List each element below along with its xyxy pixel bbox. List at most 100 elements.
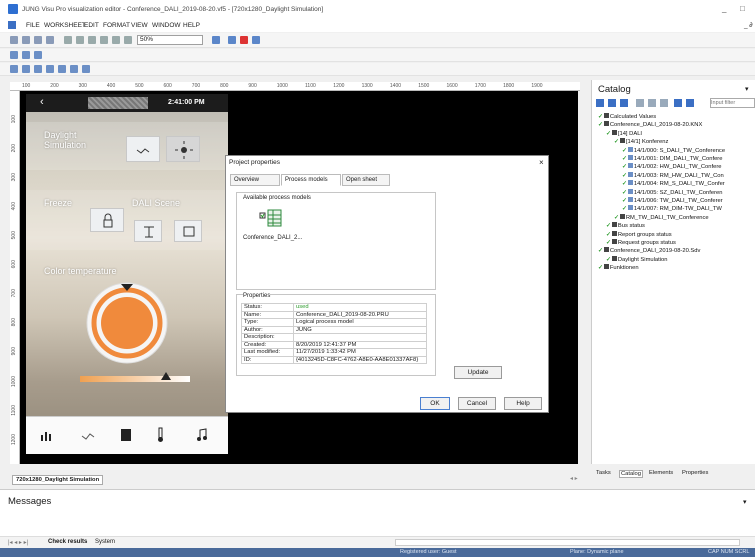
- home-icon[interactable]: [608, 99, 616, 107]
- up-icon[interactable]: [596, 99, 604, 107]
- tree-item[interactable]: ✓ Funktionen: [598, 264, 639, 271]
- list-view-icon[interactable]: [636, 99, 644, 107]
- tree-item[interactable]: ✓ Bus status: [606, 222, 645, 229]
- tree-item[interactable]: ✓ Report groups status: [606, 230, 672, 238]
- tree-item[interactable]: ✓ Conference_DALI_2019-08-20.Sdv: [598, 247, 700, 254]
- menu-window[interactable]: WINDOW: [152, 22, 181, 29]
- music-icon[interactable]: [196, 428, 208, 442]
- tree-item[interactable]: ✓ RM_TW_DALI_TW_Conference: [614, 213, 709, 221]
- tree-item[interactable]: ✓ Daylight Simulation: [606, 255, 667, 263]
- menu-help[interactable]: HELP: [183, 22, 200, 29]
- layout-icon[interactable]: [212, 36, 220, 44]
- maximize-button[interactable]: □: [740, 4, 745, 13]
- tree-item[interactable]: ✓ 14/1/003: RM_HW_DALI_TW_Con: [622, 171, 724, 179]
- flip-icon[interactable]: [70, 65, 78, 73]
- tree-item[interactable]: ✓ Calculated Values: [598, 113, 656, 120]
- layer-icon[interactable]: [10, 65, 18, 73]
- properties-icon[interactable]: [46, 36, 54, 44]
- messages-scrollbar[interactable]: [395, 539, 740, 546]
- snap-icon[interactable]: [34, 51, 42, 59]
- tree-item[interactable]: ✓ Request groups status: [606, 239, 676, 246]
- tab-tasks[interactable]: Tasks: [596, 470, 611, 476]
- filter-icon[interactable]: [674, 99, 682, 107]
- tree-item[interactable]: ✓ [14] DALI: [606, 129, 642, 137]
- bar-chart-icon[interactable]: [40, 429, 54, 441]
- dialog-close-button[interactable]: ×: [539, 158, 544, 167]
- catalog-dropdown-icon[interactable]: ▾: [745, 85, 749, 93]
- tab-scroll-arrows[interactable]: ◂ ▸: [570, 475, 578, 482]
- child-window-controls[interactable]: _ ∂: [744, 22, 753, 29]
- tile-view-icon[interactable]: [660, 99, 668, 107]
- tree-item[interactable]: ✓ Conference_DALI_2019-08-20.KNX: [598, 121, 702, 128]
- ok-button[interactable]: OK: [420, 397, 450, 410]
- model-name[interactable]: Conference_DALI_2...: [243, 235, 302, 241]
- blinds-icon[interactable]: [120, 428, 132, 442]
- message-nav-arrows[interactable]: |◂ ◂ ▸ ▸|: [8, 539, 28, 546]
- messages-dropdown-icon[interactable]: ▾: [743, 498, 747, 506]
- scene-2-button[interactable]: [174, 220, 202, 242]
- arrange-icon[interactable]: [22, 65, 30, 73]
- menu-edit[interactable]: EDIT: [84, 22, 99, 29]
- tree-item[interactable]: ✓ 14/1/006: TW_DALI_TW_Conferer: [622, 197, 723, 204]
- paste-icon[interactable]: [88, 36, 96, 44]
- tree-item[interactable]: ✓ 14/1/007: RM_DIM-TW_DALI_TW: [622, 205, 722, 212]
- redo-icon[interactable]: [112, 36, 120, 44]
- text-icon[interactable]: [620, 99, 628, 107]
- scene-1-button[interactable]: [134, 220, 162, 242]
- tree-item[interactable]: ✓ [14/1] Konferenz: [614, 138, 668, 145]
- save-icon[interactable]: [10, 36, 18, 44]
- phone-preview[interactable]: ‹ 2:41:00 PM Daylight Simulation Freeze …: [26, 94, 228, 454]
- tab-overview[interactable]: Overview: [230, 174, 280, 186]
- cancel-button[interactable]: Cancel: [458, 397, 496, 410]
- grid-icon[interactable]: [10, 51, 18, 59]
- tree-item[interactable]: ✓ 14/1/000: S_DALI_TW_Conference: [622, 146, 725, 154]
- thermometer-icon[interactable]: [156, 427, 166, 443]
- tree-item[interactable]: ✓ 14/1/004: RM_S_DALI_TW_Confer: [622, 180, 725, 187]
- tree-item[interactable]: ✓ 14/1/002: HW_DALI_TW_Confere: [622, 163, 722, 170]
- group-icon[interactable]: [34, 65, 42, 73]
- page-icon[interactable]: [252, 36, 260, 44]
- zoom-select[interactable]: 50%: [137, 35, 203, 45]
- align-icon[interactable]: [22, 51, 30, 59]
- daylight-toggle-on[interactable]: [166, 136, 200, 162]
- doc-tab-daylight[interactable]: 720x1280_Daylight Simulation: [12, 475, 104, 485]
- settings-icon[interactable]: [124, 36, 132, 44]
- menu-format[interactable]: FORMAT: [103, 22, 130, 29]
- update-button[interactable]: Update: [454, 366, 502, 379]
- distribute-icon[interactable]: [58, 65, 66, 73]
- help-button[interactable]: Help: [504, 397, 542, 410]
- back-icon[interactable]: ‹: [40, 96, 44, 108]
- open-icon[interactable]: [22, 36, 30, 44]
- catalog-filter-input[interactable]: [710, 98, 755, 108]
- sort-icon[interactable]: [686, 99, 694, 107]
- daylight-nav-icon[interactable]: [80, 429, 96, 441]
- slider-knob[interactable]: [160, 372, 171, 380]
- daylight-toggle-off[interactable]: [126, 136, 160, 162]
- menu-worksheet[interactable]: WORKSHEET: [44, 22, 86, 29]
- tree-item[interactable]: ✓ 14/1/005: SZ_DALI_TW_Conferen: [622, 188, 722, 196]
- model-item[interactable]: [259, 207, 283, 229]
- copy-icon[interactable]: [76, 36, 84, 44]
- color-temp-slider[interactable]: [80, 376, 190, 382]
- minimize-button[interactable]: _: [722, 4, 726, 13]
- tab-catalog[interactable]: Catalog: [619, 470, 643, 478]
- tab-check-results[interactable]: Check results: [48, 539, 87, 545]
- tree-item[interactable]: ✓ 14/1/001: DIM_DALI_TW_Confere: [622, 155, 722, 162]
- tab-open-sheet[interactable]: Open sheet: [342, 174, 390, 186]
- cut-icon[interactable]: [64, 36, 72, 44]
- color-temp-dial[interactable]: [84, 280, 170, 366]
- tab-properties[interactable]: Properties: [682, 470, 708, 476]
- undo-icon[interactable]: [100, 36, 108, 44]
- menu-file[interactable]: FILE: [26, 22, 40, 29]
- menu-view[interactable]: VIEW: [131, 22, 148, 29]
- detail-view-icon[interactable]: [648, 99, 656, 107]
- tab-elements[interactable]: Elements: [649, 470, 673, 476]
- rotate-icon[interactable]: [82, 65, 90, 73]
- add-icon[interactable]: [240, 36, 248, 44]
- tab-process-models[interactable]: Process models: [281, 174, 341, 186]
- tab-system[interactable]: System: [95, 539, 115, 545]
- new-icon[interactable]: [34, 36, 42, 44]
- order-icon[interactable]: [46, 65, 54, 73]
- freeze-button[interactable]: [90, 208, 124, 232]
- target-icon[interactable]: [228, 36, 236, 44]
